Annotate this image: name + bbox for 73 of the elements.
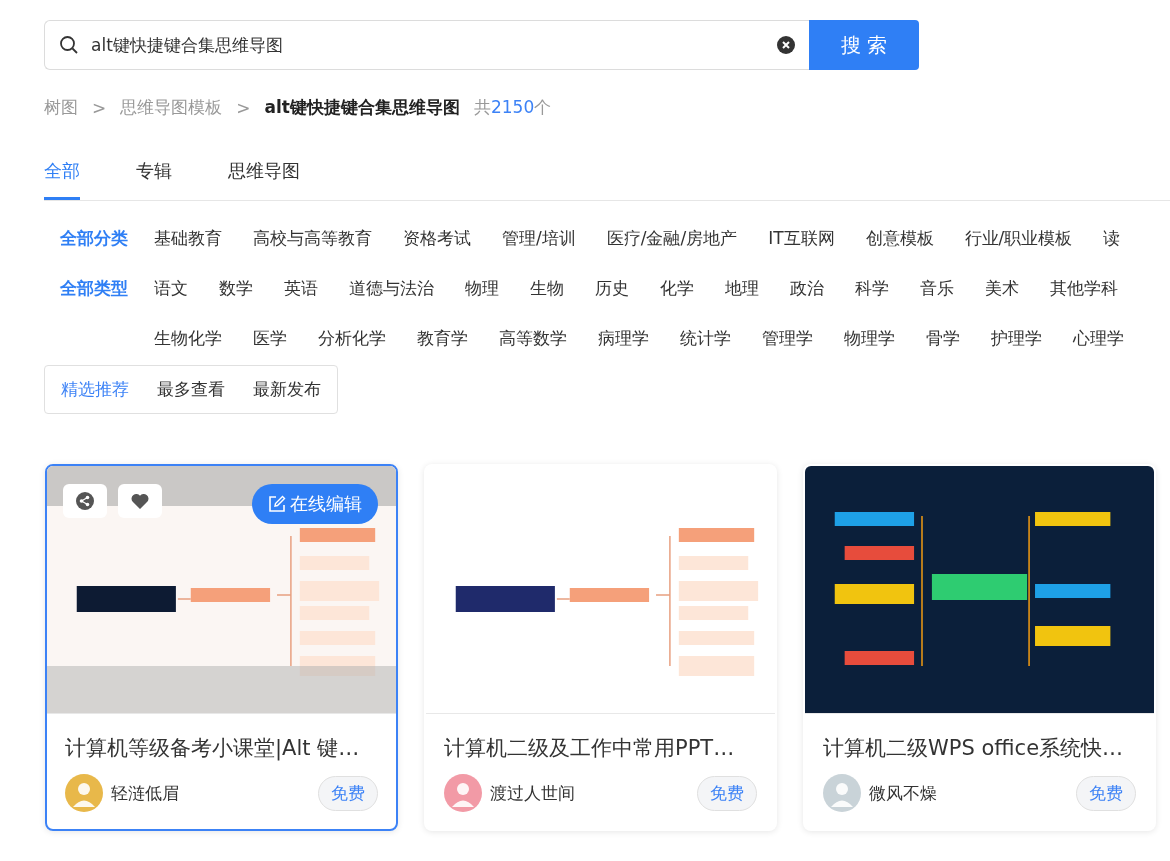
filter-option[interactable]: 语文 bbox=[154, 263, 188, 313]
sort-option[interactable]: 最多查看 bbox=[157, 378, 225, 401]
author-name[interactable]: 微风不燥 bbox=[869, 781, 1076, 805]
breadcrumb-separator: > bbox=[92, 97, 107, 118]
filter-option[interactable]: 数学 bbox=[219, 263, 253, 313]
filter-option[interactable]: 医学 bbox=[253, 313, 287, 363]
avatar bbox=[65, 774, 103, 812]
share-icon bbox=[76, 492, 94, 510]
filter-option[interactable]: 其他学科 bbox=[1050, 263, 1118, 313]
edit-icon bbox=[268, 495, 286, 513]
share-button[interactable] bbox=[63, 484, 107, 518]
filter-option[interactable]: 骨学 bbox=[926, 313, 960, 363]
price-tag: 免费 bbox=[1076, 775, 1136, 811]
filter-option[interactable]: 护理学 bbox=[991, 313, 1042, 363]
filter-option[interactable]: 道德与法治 bbox=[349, 263, 434, 313]
filter-option[interactable]: 管理学 bbox=[762, 313, 813, 363]
filter-option[interactable]: 高等数学 bbox=[499, 313, 567, 363]
breadcrumb-separator: > bbox=[236, 97, 251, 118]
filter-option[interactable]: 管理/培训 bbox=[502, 213, 576, 263]
filter-all-link[interactable]: 全部分类 bbox=[44, 213, 154, 263]
filter-option[interactable]: 物理 bbox=[465, 263, 499, 313]
search-input[interactable]: alt键快捷键合集思维导图 bbox=[91, 22, 777, 68]
filter-option[interactable]: 分析化学 bbox=[318, 313, 386, 363]
filter-option[interactable]: 基础教育 bbox=[154, 213, 222, 263]
filter-option[interactable]: 医疗/金融/房地产 bbox=[606, 213, 738, 263]
author-name[interactable]: 渡过人世间 bbox=[490, 781, 697, 805]
favorite-button[interactable] bbox=[118, 484, 162, 518]
filter-option[interactable]: 资格考试 bbox=[403, 213, 471, 263]
filter-option[interactable]: 化学 bbox=[660, 263, 694, 313]
tab[interactable]: 全部 bbox=[44, 159, 80, 200]
filter-option[interactable]: 生物 bbox=[530, 263, 564, 313]
price-tag: 免费 bbox=[697, 775, 757, 811]
tab[interactable]: 思维导图 bbox=[228, 159, 300, 200]
clear-icon[interactable] bbox=[777, 36, 795, 54]
filter-all-link[interactable]: 全部类型 bbox=[44, 263, 154, 313]
card-title[interactable]: 计算机二级及工作中常用PPT… bbox=[444, 734, 757, 762]
filter-option[interactable]: 历史 bbox=[595, 263, 629, 313]
filter-option[interactable]: 统计学 bbox=[680, 313, 731, 363]
search-button[interactable]: 搜 索 bbox=[809, 20, 919, 70]
filter-option[interactable]: 心理学 bbox=[1073, 313, 1124, 363]
sort-option[interactable]: 精选推荐 bbox=[61, 378, 129, 401]
author-name[interactable]: 轻涟低眉 bbox=[111, 781, 318, 805]
sort-option[interactable]: 最新发布 bbox=[253, 378, 321, 401]
filter-option[interactable]: 读 bbox=[1103, 213, 1121, 263]
filter-option[interactable]: 创意模板 bbox=[865, 213, 934, 263]
result-count: 共2150个 bbox=[473, 96, 552, 119]
filter-option[interactable]: 科学 bbox=[855, 263, 889, 313]
filter-option[interactable]: 英语 bbox=[284, 263, 318, 313]
template-card[interactable]: 在线编辑 计算机等级备考小课堂|Alt 键… 轻涟低眉 免费 bbox=[45, 464, 398, 831]
filter-option[interactable]: 地理 bbox=[725, 263, 759, 313]
tab[interactable]: 专辑 bbox=[136, 159, 172, 200]
template-card[interactable]: 计算机二级及工作中常用PPT… 渡过人世间 免费 bbox=[424, 464, 777, 831]
heart-icon bbox=[131, 493, 149, 509]
filter-option[interactable]: 政治 bbox=[790, 263, 824, 313]
filter-option[interactable]: 行业/职业模板 bbox=[964, 213, 1073, 263]
card-title[interactable]: 计算机二级WPS office系统快… bbox=[823, 734, 1136, 762]
filter-option[interactable]: 美术 bbox=[985, 263, 1019, 313]
breadcrumb-current: alt键快捷键合集思维导图 bbox=[264, 96, 460, 119]
filter-option[interactable]: 教育学 bbox=[417, 313, 468, 363]
avatar bbox=[444, 774, 482, 812]
filter-option[interactable]: 物理学 bbox=[844, 313, 895, 363]
filter-option[interactable]: 音乐 bbox=[920, 263, 954, 313]
template-card[interactable]: 计算机二级WPS office系统快… 微风不燥 免费 bbox=[803, 464, 1156, 831]
filter-option[interactable]: 生物化学 bbox=[154, 313, 222, 363]
filter-option[interactable]: IT互联网 bbox=[768, 213, 835, 263]
avatar bbox=[823, 774, 861, 812]
card-title[interactable]: 计算机等级备考小课堂|Alt 键… bbox=[65, 734, 378, 762]
filter-option[interactable]: 高校与高等教育 bbox=[253, 213, 372, 263]
filter-option[interactable]: 病理学 bbox=[598, 313, 649, 363]
search-icon bbox=[59, 35, 79, 55]
price-tag: 免费 bbox=[318, 775, 378, 811]
search-field[interactable]: alt键快捷键合集思维导图 bbox=[44, 20, 809, 70]
edit-online-button[interactable]: 在线编辑 bbox=[252, 484, 378, 524]
